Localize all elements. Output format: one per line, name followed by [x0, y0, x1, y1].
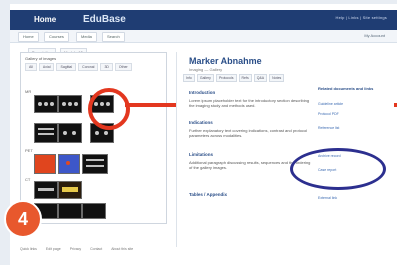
footer-link[interactable]: Privacy	[70, 247, 81, 251]
filter-tab[interactable]: Axial	[38, 63, 55, 71]
row-label-mr: MR	[25, 89, 32, 94]
section-text: Lorem ipsum placeholder text for the int…	[189, 98, 310, 108]
filter-tab[interactable]: Sagittal	[56, 63, 77, 71]
content-tab[interactable]: Refs	[238, 74, 252, 82]
thumbnail[interactable]	[58, 154, 80, 174]
filter-tab[interactable]: Coronal	[78, 63, 99, 71]
row-label-ct: CT	[25, 177, 31, 182]
thumbnail[interactable]	[34, 181, 58, 199]
thumbnail[interactable]	[34, 154, 56, 174]
footer-link[interactable]: About this site	[111, 247, 133, 251]
thumbnail[interactable]	[34, 123, 58, 143]
nav-tab-media[interactable]: Media	[76, 32, 97, 42]
page-subtitle: Imaging — Gallery	[189, 67, 223, 72]
thumbnail[interactable]	[34, 95, 58, 113]
nav-tab-home[interactable]: Home	[18, 32, 39, 42]
gallery-title: Gallery of images	[25, 56, 57, 61]
sidebar-link[interactable]: Protocol PDF	[318, 112, 388, 116]
site-logo[interactable]: EduBase	[83, 14, 126, 25]
sidebar-heading: Related documents and links	[318, 86, 374, 91]
filter-tab[interactable]: Other	[114, 63, 132, 71]
thumbnail[interactable]	[58, 95, 82, 113]
section-heading: Indications	[189, 120, 213, 125]
home-link[interactable]: Home	[34, 15, 56, 24]
footer-link[interactable]: Edit page	[46, 247, 61, 251]
content-tab[interactable]: Gallery	[196, 74, 214, 82]
content-tab[interactable]: Notes	[269, 74, 285, 82]
thumbnail[interactable]	[82, 154, 108, 174]
footer-link[interactable]: Contact	[90, 247, 102, 251]
row-label-pet: PET	[25, 148, 33, 153]
filter-tab[interactable]: 3D	[100, 63, 113, 71]
content-tab[interactable]: Protocols	[215, 74, 237, 82]
my-account-link[interactable]: My Account	[364, 33, 385, 38]
section-text: Further explanatory text covering indica…	[189, 128, 308, 138]
content-tabs: Info Gallery Protocols Refs Q&A Notes	[183, 74, 285, 82]
main-nav: Home Courses Media Search My Account	[10, 30, 397, 43]
sidebar-link[interactable]: Guideline article	[318, 102, 388, 106]
nav-tab-courses[interactable]: Courses	[44, 32, 69, 42]
footer-link[interactable]: Quick links	[20, 247, 37, 251]
top-header-bar: Home EduBase Help | Links | Site setting…	[10, 10, 397, 30]
thumbnail[interactable]	[58, 181, 82, 199]
article-content: Marker Abnahme Imaging — Gallery Info Ga…	[176, 52, 318, 247]
page-title: Marker Abnahme	[189, 56, 262, 66]
footer-bar: Quick links Edit page Privacy Contact Ab…	[20, 247, 395, 255]
thumbnail[interactable]	[58, 203, 82, 219]
highlight-circle-blue	[290, 148, 386, 190]
highlight-circle-red	[88, 88, 130, 130]
thumbnail[interactable]	[58, 123, 82, 143]
nav-tab-search[interactable]: Search	[102, 32, 125, 42]
content-tab[interactable]: Q&A	[253, 74, 268, 82]
gallery-filter-tabs: All Axial Sagittal Coronal 3D Other	[25, 63, 132, 71]
image-gallery-panel: Gallery of images All Axial Sagittal Cor…	[20, 52, 167, 224]
section-heading: Introduction	[189, 90, 216, 95]
sidebar-link[interactable]: Reference list	[318, 126, 388, 130]
filter-tab[interactable]: All	[25, 63, 37, 71]
sidebar-link[interactable]: External link	[318, 196, 388, 200]
content-tab[interactable]: Info	[183, 74, 195, 82]
header-links[interactable]: Help | Links | Site settings	[336, 15, 387, 20]
section-heading: Tables / Appendix	[189, 192, 228, 197]
section-heading: Limitations	[189, 152, 214, 157]
thumbnail[interactable]	[82, 203, 106, 219]
step-number-badge: 4	[4, 200, 42, 238]
